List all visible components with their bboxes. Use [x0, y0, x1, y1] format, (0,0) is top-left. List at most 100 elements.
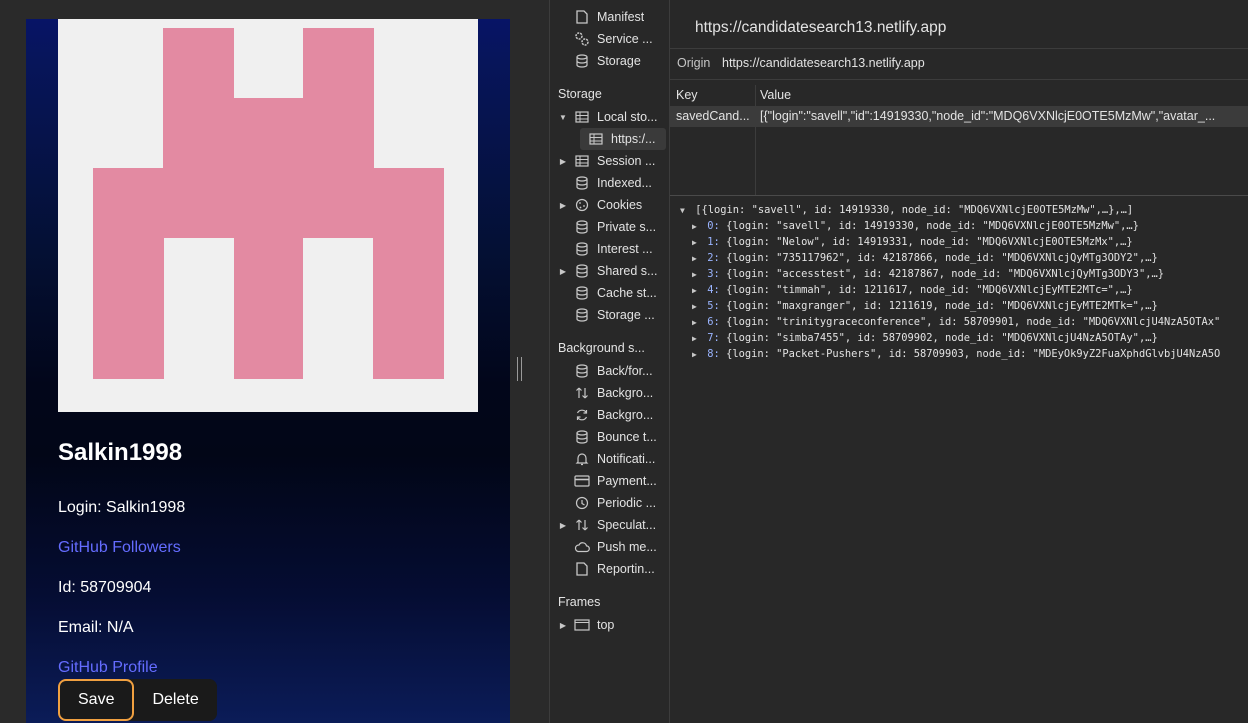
database-icon — [574, 429, 590, 445]
database-icon — [574, 175, 590, 191]
database-icon — [574, 263, 590, 279]
sidebar-item-manifest[interactable]: Manifest — [558, 6, 673, 28]
table-icon — [574, 109, 590, 125]
candidate-avatar — [58, 19, 478, 412]
collapsed-arrow-icon[interactable]: ▶ — [692, 267, 701, 282]
sidebar-item-private-state-tokens[interactable]: Private s... — [558, 216, 673, 238]
table-icon — [574, 153, 590, 169]
collapsed-arrow-icon[interactable]: ▶ — [692, 251, 701, 266]
clock-icon — [574, 495, 590, 511]
database-icon — [574, 219, 590, 235]
storage-origin-title: https://candidatesearch13.netlify.app — [695, 19, 947, 36]
sidebar-item-back-forward-cache[interactable]: Back/for... — [558, 360, 673, 382]
github-profile-link[interactable]: GitHub Profile — [58, 659, 158, 677]
devtools-panel: Manifest Service ... Storage Storage ▼ L… — [549, 0, 1248, 723]
app-viewport: Salkin1998 Login: Salkin1998 GitHub Foll… — [0, 0, 549, 723]
cookie-icon — [574, 197, 590, 213]
frames-header: Frames — [558, 595, 601, 609]
database-icon — [574, 285, 590, 301]
sidebar-item-service-workers[interactable]: Service ... — [558, 28, 673, 50]
sidebar-item-background-sync[interactable]: Backgro... — [558, 404, 673, 426]
candidate-login: Login: Salkin1998 — [58, 499, 186, 516]
bell-icon — [574, 451, 590, 467]
collapsed-arrow-icon[interactable]: ▶ — [692, 283, 701, 298]
collapsed-arrow-icon[interactable]: ▶ — [692, 235, 701, 250]
application-sidebar: Manifest Service ... Storage Storage ▼ L… — [550, 0, 670, 723]
candidate-card: Salkin1998 Login: Salkin1998 GitHub Foll… — [26, 19, 510, 723]
storage-viewer: https://candidatesearch13.netlify.app Or… — [670, 0, 1248, 723]
collapsed-arrow-icon[interactable]: ▶ — [692, 331, 701, 346]
preview-item[interactable]: ▶ 3: {login: "accesstest", id: 42187867,… — [692, 266, 1164, 282]
origin-value: https://candidatesearch13.netlify.app — [722, 56, 925, 70]
preview-root[interactable]: ▼ [{login: "savell", id: 14919330, node_… — [680, 202, 1133, 218]
storage-table: Key Value savedCand... [{"login":"savell… — [670, 85, 1248, 196]
candidate-actions: Save Delete — [58, 679, 217, 721]
collapsed-arrow-icon[interactable]: ▶ — [558, 621, 568, 630]
preview-item[interactable]: ▶ 0: {login: "savell", id: 14919330, nod… — [692, 218, 1139, 234]
key-column-header[interactable]: Key — [676, 88, 698, 102]
sidebar-item-indexeddb[interactable]: Indexed... — [558, 172, 673, 194]
expanded-arrow-icon[interactable]: ▼ — [680, 203, 689, 218]
preview-item[interactable]: ▶ 5: {login: "maxgranger", id: 1211619, … — [692, 298, 1158, 314]
preview-item[interactable]: ▶ 2: {login: "735117962", id: 42187866, … — [692, 250, 1158, 266]
collapsed-arrow-icon[interactable]: ▶ — [558, 267, 568, 276]
resize-handle[interactable] — [517, 357, 522, 381]
sidebar-item-notifications[interactable]: Notificati... — [558, 448, 673, 470]
sidebar-item-interest-groups[interactable]: Interest ... — [558, 238, 673, 260]
document-icon — [574, 9, 590, 25]
database-icon — [574, 363, 590, 379]
collapsed-arrow-icon[interactable]: ▶ — [692, 219, 701, 234]
collapsed-arrow-icon[interactable]: ▶ — [558, 157, 568, 166]
cloud-icon — [574, 539, 590, 555]
collapsed-arrow-icon[interactable]: ▶ — [692, 299, 701, 314]
card-icon — [574, 473, 590, 489]
collapsed-arrow-icon[interactable]: ▶ — [558, 521, 568, 530]
sidebar-item-push-messaging[interactable]: Push me... — [558, 536, 673, 558]
collapsed-arrow-icon[interactable]: ▶ — [692, 315, 701, 330]
identicon-image — [58, 19, 478, 412]
collapsed-arrow-icon[interactable]: ▶ — [692, 347, 701, 362]
table-row[interactable]: savedCand... [{"login":"savell","id":149… — [670, 106, 1248, 127]
preview-item[interactable]: ▶ 7: {login: "simba7455", id: 58709902, … — [692, 330, 1158, 346]
document-icon — [574, 561, 590, 577]
expanded-arrow-icon[interactable]: ▼ — [558, 113, 568, 122]
preview-item[interactable]: ▶ 8: {login: "Packet-Pushers", id: 58709… — [692, 346, 1220, 362]
sidebar-item-frame-top[interactable]: ▶ top — [558, 614, 673, 636]
background-services-header: Background s... — [558, 341, 645, 355]
sidebar-item-local-storage[interactable]: ▼ Local sto... — [558, 106, 673, 128]
sidebar-item-shared-storage[interactable]: ▶ Shared s... — [558, 260, 673, 282]
frame-icon — [574, 617, 590, 633]
preview-item[interactable]: ▶ 4: {login: "timmah", id: 1211617, node… — [692, 282, 1133, 298]
sidebar-item-cache-storage[interactable]: Cache st... — [558, 282, 673, 304]
sidebar-item-background-fetch[interactable]: Backgro... — [558, 382, 673, 404]
table-icon — [588, 131, 604, 147]
github-followers-link[interactable]: GitHub Followers — [58, 539, 181, 557]
sidebar-item-bounce-tracking[interactable]: Bounce t... — [558, 426, 673, 448]
refresh-icon — [574, 407, 590, 423]
value-column-header[interactable]: Value — [760, 88, 791, 102]
collapsed-arrow-icon[interactable]: ▶ — [558, 201, 568, 210]
sidebar-item-session-storage[interactable]: ▶ Session ... — [558, 150, 673, 172]
storage-section-header: Storage — [558, 87, 602, 101]
sidebar-item-periodic-sync[interactable]: Periodic ... — [558, 492, 673, 514]
sidebar-item-local-storage-origin[interactable]: https:/... — [580, 128, 666, 150]
database-icon — [574, 307, 590, 323]
gears-icon — [574, 31, 590, 47]
row-key: savedCand... — [676, 109, 750, 123]
preview-item[interactable]: ▶ 1: {login: "Nelow", id: 14919331, node… — [692, 234, 1133, 250]
sidebar-item-storage[interactable]: Storage — [558, 50, 673, 72]
save-button[interactable]: Save — [58, 679, 135, 721]
sidebar-item-storage-buckets[interactable]: Storage ... — [558, 304, 673, 326]
delete-button[interactable]: Delete — [134, 679, 217, 721]
table-header: Key Value — [670, 85, 1248, 107]
candidate-email: Email: N/A — [58, 619, 134, 636]
candidate-id: Id: 58709904 — [58, 579, 152, 596]
row-value: [{"login":"savell","id":14919330,"node_i… — [760, 109, 1216, 123]
preview-item[interactable]: ▶ 6: {login: "trinitygraceconference", i… — [692, 314, 1220, 330]
sidebar-item-reporting-api[interactable]: Reportin... — [558, 558, 673, 580]
database-icon — [574, 53, 590, 69]
sync-arrows-icon — [574, 385, 590, 401]
sidebar-item-speculative-loads[interactable]: ▶ Speculat... — [558, 514, 673, 536]
sidebar-item-payment-handler[interactable]: Payment... — [558, 470, 673, 492]
sidebar-item-cookies[interactable]: ▶ Cookies — [558, 194, 673, 216]
